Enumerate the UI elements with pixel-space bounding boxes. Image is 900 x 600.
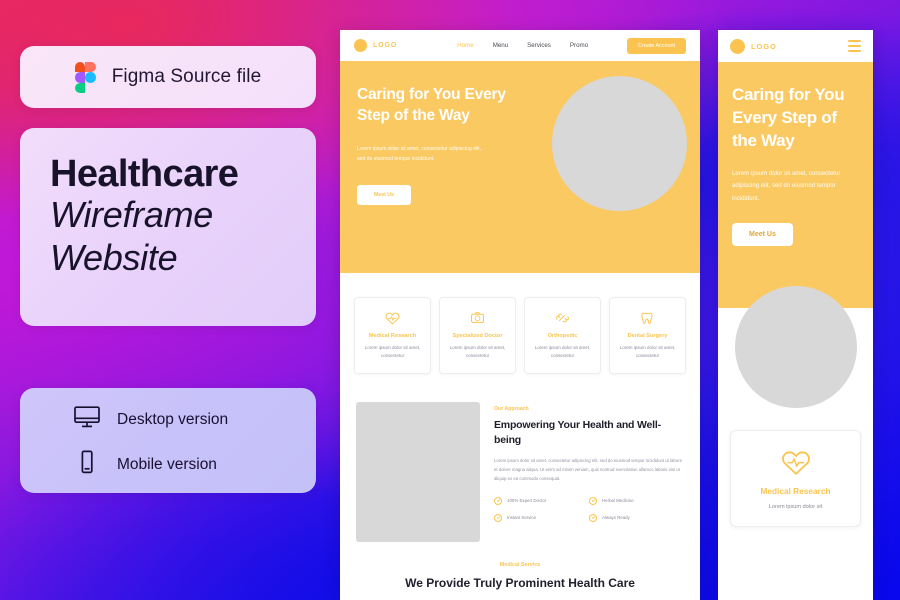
figma-source-file-card[interactable]: Figma Source file — [20, 46, 316, 108]
product-title-card: Healthcare Wireframe Website — [20, 128, 316, 326]
approach-check-list: 100% Expert Doctor Herbal Medicine Insta… — [494, 496, 684, 531]
mobile-hero-heading: Caring for You Every Step of the Way — [732, 85, 845, 150]
service-card-desc: Lorem ipsum dolor sit amet, consectetur — [534, 345, 591, 359]
version-option-mobile-label: Mobile version — [117, 455, 217, 473]
approach-image-placeholder — [356, 401, 480, 542]
mobile-hero-image-placeholder — [734, 285, 857, 408]
nav-link-services[interactable]: Services — [527, 42, 551, 49]
check-circle-icon — [589, 496, 597, 505]
service-card-dental-surgery[interactable]: Dental Surgery Lorem ipsum dolor sit ame… — [609, 297, 686, 374]
logo-circle-icon — [354, 39, 367, 52]
service-card-title: Dental Surgery — [627, 333, 668, 339]
mobile-hero-section: Caring for You Every Step of the Way Lor… — [718, 62, 873, 270]
product-title-website: Website — [50, 236, 178, 278]
heart-pulse-icon — [361, 309, 424, 327]
check-item: 100% Expert Doctor — [494, 496, 589, 505]
tooth-icon — [616, 309, 679, 327]
check-item-label: Always Ready — [602, 515, 630, 521]
mobile-phone-icon — [74, 450, 100, 479]
bone-icon — [531, 309, 594, 327]
service-card-title: Specialized Doctor — [452, 333, 503, 339]
check-item: Always Ready — [589, 513, 684, 522]
desktop-approach-section: Our Approach Empowering Your Health and … — [340, 374, 700, 542]
mobile-service-card-title: Medical Research — [760, 485, 831, 496]
mobile-hero-subtext: Lorem ipsum dolor sit amet, consectetur … — [732, 170, 841, 202]
desktop-hero-meet-us-button[interactable]: Meet Us — [357, 184, 411, 205]
desktop-service-cards: Medical Research Lorem ipsum dolor sit a… — [340, 273, 700, 374]
logo-circle-icon — [730, 38, 745, 54]
desktop-hero-subtext: Lorem ipsum dolor sit amet, consectetur … — [357, 145, 482, 162]
product-title-wireframe: Wireframe — [50, 194, 213, 236]
check-item-label: Herbal Medicine — [602, 498, 634, 504]
version-option-desktop-label: Desktop version — [117, 410, 229, 428]
service-card-desc: Lorem ipsum dolor sit amet, consectetur — [364, 345, 421, 359]
create-account-button[interactable]: Create Account — [627, 37, 686, 54]
service-card-specialized-doctor[interactable]: Specialized Doctor Lorem ipsum dolor sit… — [439, 297, 516, 374]
version-option-desktop[interactable]: Desktop version — [74, 406, 316, 433]
nav-link-menu[interactable]: Menu — [493, 42, 508, 49]
desktop-mockup-preview: LOGO Home Menu Services Promo Create Acc… — [340, 30, 700, 600]
product-title-healthcare: Healthcare — [50, 153, 239, 195]
mobile-hero-meet-us-button[interactable]: Meet Us — [732, 222, 793, 246]
version-options-card: Desktop version Mobile version — [20, 388, 316, 493]
desktop-logo[interactable]: LOGO — [354, 39, 397, 52]
desktop-medical-service-section: Medical Service We Provide Truly Promine… — [340, 562, 700, 592]
service-card-orthopedic[interactable]: Orthopedic Lorem ipsum dolor sit amet, c… — [524, 297, 601, 374]
approach-heading: Empowering Your Health and Well-being — [494, 418, 661, 446]
desktop-monitor-icon — [74, 406, 100, 433]
desktop-navbar: LOGO Home Menu Services Promo Create Acc… — [340, 30, 700, 61]
desktop-nav-links: Home Menu Services Promo Create Account — [457, 37, 686, 54]
mobile-service-card-desc: Lorem ipsum dolor sit — [768, 503, 823, 510]
mobile-navbar: LOGO — [718, 30, 873, 62]
desktop-hero-section: Caring for You Every Step of the Way Lor… — [340, 61, 700, 273]
version-option-mobile[interactable]: Mobile version — [74, 450, 316, 479]
medical-service-heading: We Provide Truly Prominent Health Care — [405, 575, 635, 590]
check-circle-icon — [494, 513, 502, 522]
service-card-desc: Lorem ipsum dolor sit amet, consectetur — [619, 345, 676, 359]
service-card-desc: Lorem ipsum dolor sit amet, consectetur — [449, 345, 506, 359]
figma-logo-icon — [74, 61, 96, 93]
figma-source-file-label: Figma Source file — [111, 66, 262, 87]
check-circle-icon — [494, 496, 502, 505]
approach-eyebrow: Our Approach — [494, 405, 529, 412]
check-item-label: 100% Expert Doctor — [507, 498, 547, 504]
check-item: Instant Service — [494, 513, 589, 522]
mobile-logo-label: LOGO — [751, 41, 777, 51]
heart-pulse-icon — [741, 447, 850, 477]
nav-link-promo[interactable]: Promo — [570, 42, 588, 49]
hamburger-menu-icon[interactable] — [848, 40, 861, 52]
desktop-hero-heading: Caring for You Every Step of the Way — [357, 86, 506, 124]
mobile-service-card-medical-research[interactable]: Medical Research Lorem ipsum dolor sit — [730, 429, 861, 528]
mobile-mockup-preview: LOGO Caring for You Every Step of the Wa… — [718, 30, 873, 600]
nav-link-home[interactable]: Home — [457, 42, 474, 49]
desktop-hero-image-placeholder — [552, 76, 687, 211]
mobile-logo[interactable]: LOGO — [730, 38, 777, 54]
service-card-title: Orthopedic — [547, 333, 578, 339]
service-card-medical-research[interactable]: Medical Research Lorem ipsum dolor sit a… — [354, 297, 431, 374]
service-card-title: Medical Research — [368, 333, 417, 339]
check-circle-icon — [589, 513, 597, 522]
approach-paragraph: Lorem ipsum dolor sit amet, consectetur … — [494, 458, 682, 482]
check-item-label: Instant Service — [507, 515, 537, 521]
mobile-hero-image-area — [718, 269, 873, 408]
desktop-logo-label: LOGO — [373, 42, 398, 49]
stethoscope-icon — [446, 309, 509, 327]
check-item: Herbal Medicine — [589, 496, 684, 505]
medical-service-eyebrow: Medical Service — [499, 561, 541, 568]
left-info-panel: Figma Source file Healthcare Wireframe W… — [20, 46, 316, 493]
